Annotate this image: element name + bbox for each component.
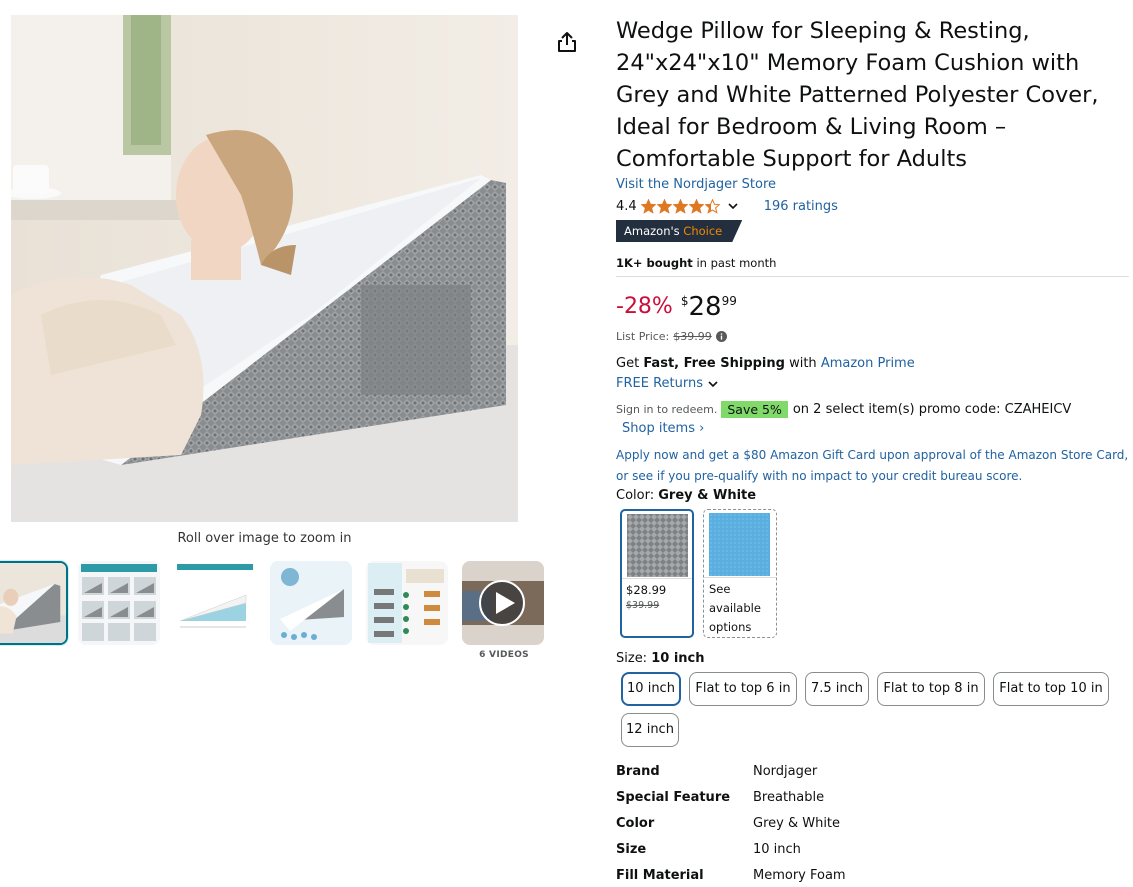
amazon-prime-link[interactable]: Amazon Prime — [821, 356, 915, 371]
spec-key: Color — [616, 816, 655, 831]
chevron-down-icon — [708, 380, 718, 387]
divider — [616, 276, 1129, 277]
videos-count: 6 VIDEOS — [479, 650, 529, 660]
promo-row: Sign in to redeem. Save 5% on 2 select i… — [616, 398, 1071, 420]
color-swatch-other[interactable]: See available options — [703, 509, 777, 638]
color-label-prefix: Color: — [616, 488, 659, 503]
thumbnail-1[interactable] — [0, 561, 68, 645]
size-option-flat-10[interactable]: Flat to top 10 in — [993, 672, 1109, 706]
sign-in-to-redeem[interactable]: Sign in to redeem. — [616, 403, 717, 416]
star-icon — [688, 198, 704, 214]
discount-percent: -28% — [616, 294, 673, 319]
star-icon — [640, 198, 656, 214]
size-label: Size: 10 inch — [616, 651, 705, 666]
store-card-offer-link[interactable]: Apply now and get a $80 Amazon Gift Card… — [616, 445, 1129, 487]
product-title: Wedge Pillow for Sleeping & Resting, 24"… — [616, 18, 1099, 172]
size-selected: 10 inch — [651, 651, 705, 666]
swatch-separator — [704, 577, 776, 578]
rating-value: 4.4 — [616, 198, 637, 214]
spec-value: Nordjager — [753, 764, 818, 779]
thumbnail-3[interactable] — [174, 561, 256, 645]
spec-key: Special Feature — [616, 790, 731, 805]
promo-text: on 2 select item(s) promo code: CZAHEICV — [792, 401, 1072, 417]
shop-items-link[interactable]: Shop items › — [622, 421, 704, 436]
chevron-down-icon[interactable] — [726, 199, 740, 213]
color-label: Color: Grey & White — [616, 488, 756, 503]
price-symbol: $ — [680, 294, 689, 308]
size-option-7-5-inch[interactable]: 7.5 inch — [805, 672, 869, 706]
save-percent-badge: Save 5% — [721, 400, 788, 418]
bought-count: 1K+ bought — [616, 256, 693, 270]
swatch-price: $28.99 — [626, 583, 667, 597]
list-price: List Price: $39.99 — [616, 330, 727, 343]
swatch-image — [709, 513, 770, 576]
spec-value: Breathable — [753, 790, 825, 805]
spec-row: Size 10 inch — [616, 841, 846, 867]
spec-key: Fill Material — [616, 868, 704, 883]
thumbnail-strip — [0, 561, 560, 651]
bought-in-past-month: 1K+ bought in past month — [616, 256, 776, 270]
share-icon[interactable] — [556, 30, 578, 54]
spec-key: Size — [616, 842, 647, 857]
bought-rest: in past month — [692, 256, 777, 270]
spec-row: Special Feature Breathable — [616, 789, 846, 815]
thumbnail-5[interactable] — [366, 561, 448, 645]
amazons-choice-badge: Amazon's Choice — [616, 220, 742, 242]
spec-row: Brand Nordjager — [616, 763, 846, 789]
main-product-image[interactable] — [11, 15, 518, 522]
zoom-hint: Roll over image to zoom in — [177, 531, 352, 546]
free-returns-link[interactable]: FREE Returns — [616, 376, 720, 391]
price-row: -28% $ 28 99 — [616, 292, 737, 322]
shipping-with: with — [784, 356, 821, 371]
size-option-12-inch[interactable]: 12 inch — [621, 713, 679, 747]
swatch-list-price: $39.99 — [626, 600, 660, 611]
free-returns-label: FREE Returns — [616, 376, 703, 391]
spec-row: Fill Material Memory Foam — [616, 867, 846, 887]
color-selected: Grey & White — [658, 488, 757, 503]
spec-value: Grey & White — [753, 816, 841, 831]
badge-accent: Choice — [683, 224, 723, 238]
spec-key: Brand — [616, 764, 660, 779]
spec-value: Memory Foam — [753, 868, 846, 883]
swatch-image — [627, 514, 688, 577]
thumbnail-video[interactable] — [462, 561, 544, 645]
star-rating[interactable] — [640, 198, 720, 214]
shipping-fast: Fast, Free Shipping — [643, 356, 785, 371]
size-option-flat-6[interactable]: Flat to top 6 in — [689, 672, 797, 706]
info-icon[interactable] — [715, 331, 727, 342]
shipping-get: Get — [616, 356, 644, 371]
store-link[interactable]: Visit the Nordjager Store — [616, 177, 776, 192]
spec-value: 10 inch — [753, 842, 801, 857]
see-available-options: See available options — [709, 582, 761, 634]
list-price-value: $39.99 — [673, 330, 712, 343]
swatch-separator — [622, 578, 692, 579]
price-fraction: 99 — [721, 294, 737, 308]
size-option-flat-8[interactable]: Flat to top 8 in — [877, 672, 985, 706]
star-icon — [656, 198, 672, 214]
product-specs-table: Brand Nordjager Special Feature Breathable… — [616, 763, 846, 887]
thumbnail-4[interactable] — [270, 561, 352, 645]
badge-prefix: Amazon's — [624, 224, 684, 238]
size-label-prefix: Size: — [616, 651, 652, 666]
star-icon — [672, 198, 688, 214]
list-price-label: List Price: — [616, 330, 670, 343]
shipping-info: Get Fast, Free Shipping with Amazon Prim… — [616, 356, 915, 371]
price-whole: 28 — [688, 292, 722, 322]
rating-row: 4.4 196 ratings — [616, 196, 838, 216]
thumbnail-2[interactable] — [78, 561, 160, 645]
color-swatch-grey-white[interactable]: $28.99 $39.99 — [620, 509, 694, 638]
ratings-count-link[interactable]: 196 ratings — [764, 199, 838, 214]
star-icon — [704, 198, 720, 214]
size-option-10-inch[interactable]: 10 inch — [621, 672, 681, 706]
spec-row: Color Grey & White — [616, 815, 846, 841]
